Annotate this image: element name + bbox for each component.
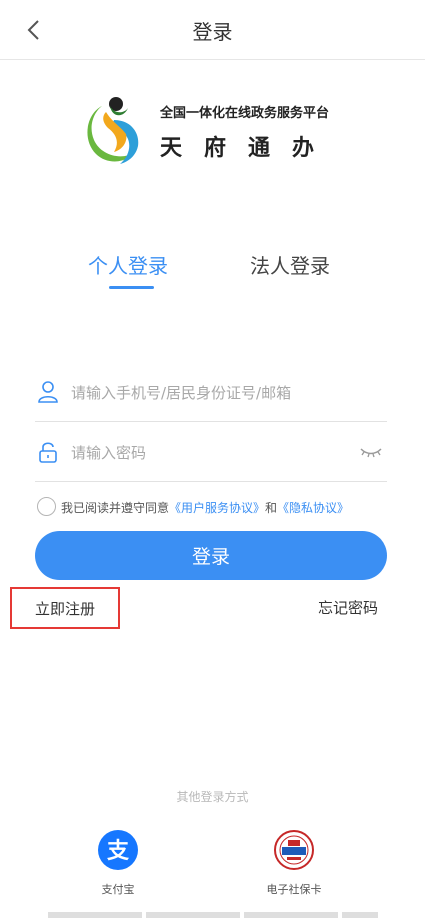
login-tabs: 个人登录 法人登录: [0, 250, 425, 290]
bottom-bar-segment: [342, 912, 378, 918]
app-logo: 全国一体化在线政务服务平台 天府通办: [80, 92, 350, 172]
user-agreement-link[interactable]: 《用户服务协议》: [169, 501, 265, 515]
password-input[interactable]: [71, 440, 371, 466]
agreement-and: 和: [265, 501, 278, 515]
forgot-password-link[interactable]: 忘记密码: [318, 597, 378, 618]
social-security-card-icon: [274, 830, 314, 870]
agreement-checkbox[interactable]: [37, 497, 56, 516]
bottom-bar-segment: [146, 912, 240, 918]
privacy-link[interactable]: 《隐私协议》: [277, 501, 349, 515]
active-tab-indicator: [109, 286, 154, 289]
bottom-bar-segment: [244, 912, 338, 918]
tab-legal-login[interactable]: 法人登录: [250, 250, 330, 279]
social-security-card-login[interactable]: 电子社保卡: [249, 830, 339, 897]
lock-icon: [39, 442, 57, 463]
agreement-text: 我已阅读并遵守同意《用户服务协议》和《隐私协议》: [61, 499, 349, 516]
login-button[interactable]: 登录: [35, 531, 387, 580]
account-input[interactable]: [71, 380, 371, 406]
tab-personal-login[interactable]: 个人登录: [88, 250, 168, 279]
account-field: [35, 362, 387, 422]
logo-subtitle: 全国一体化在线政务服务平台: [160, 106, 330, 121]
alipay-login[interactable]: 支 支付宝: [73, 830, 163, 897]
agreement-prefix: 我已阅读并遵守同意: [61, 501, 170, 515]
logo-name: 天府通办: [160, 136, 337, 161]
social-security-label: 电子社保卡: [266, 883, 322, 896]
tianfu-logo-icon: [87, 97, 139, 164]
page-title: 登录: [192, 20, 233, 44]
password-field: [35, 422, 387, 482]
bottom-bar-segment: [48, 912, 142, 918]
register-link[interactable]: 立即注册: [10, 587, 120, 629]
alipay-label: 支付宝: [101, 883, 135, 896]
header: 登录: [0, 0, 425, 60]
eye-closed-icon[interactable]: [359, 444, 383, 460]
svg-text:支: 支: [107, 839, 130, 864]
other-login-title: 其他登录方式: [176, 790, 249, 804]
agreement-row: 我已阅读并遵守同意《用户服务协议》和《隐私协议》: [37, 496, 397, 518]
user-icon: [38, 381, 58, 403]
alipay-icon: 支: [98, 830, 138, 870]
